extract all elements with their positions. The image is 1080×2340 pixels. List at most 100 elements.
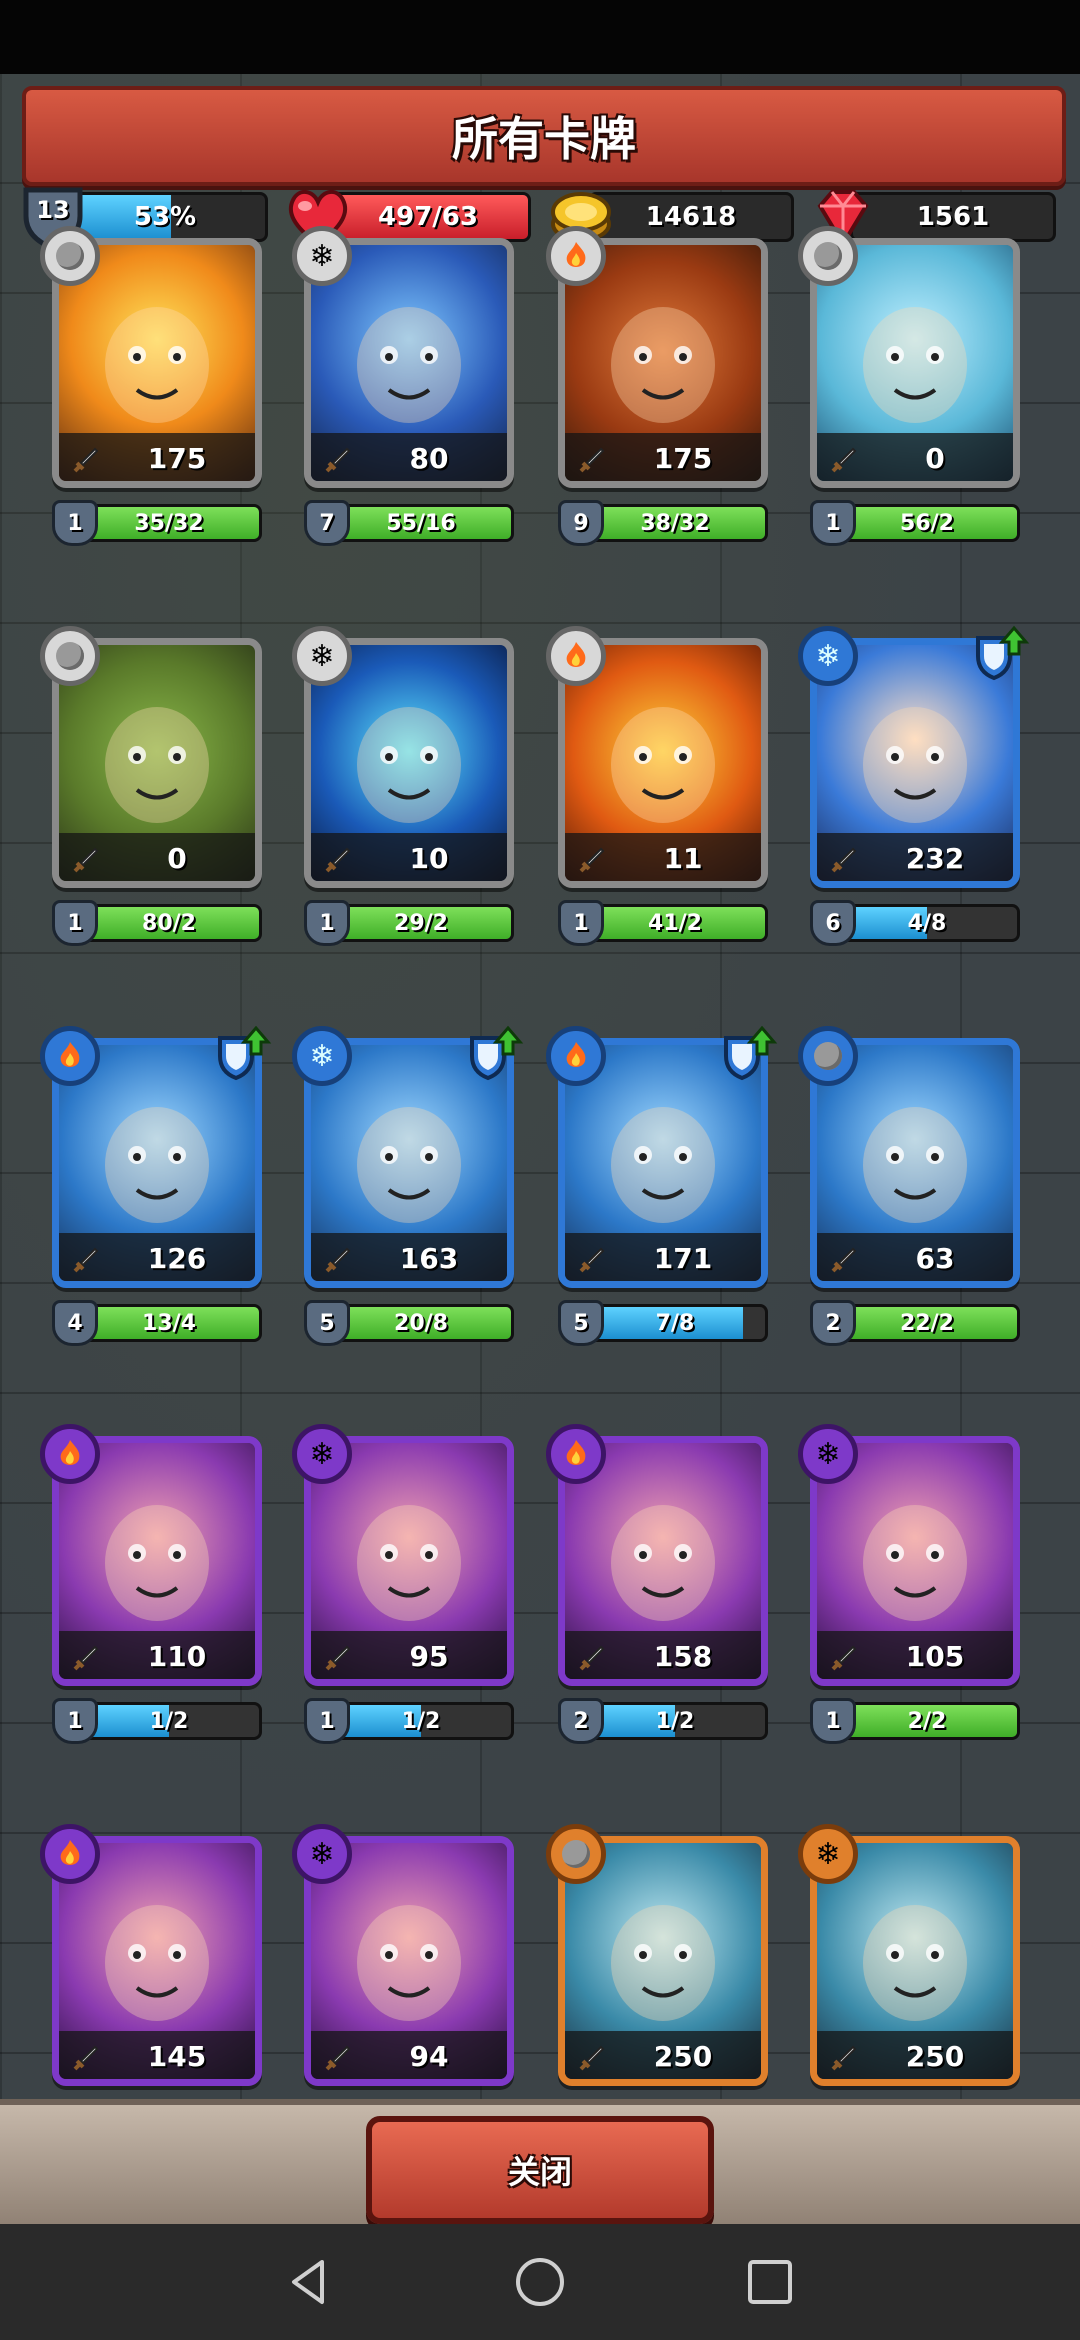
power-strip: 110	[59, 1631, 255, 1679]
sword-icon	[829, 2043, 859, 2073]
sword-icon	[71, 1643, 101, 1673]
card-power: 95	[409, 1640, 449, 1673]
sword-icon	[577, 1643, 607, 1673]
card-level-badge: 1	[52, 1698, 98, 1744]
sword-icon	[323, 2043, 353, 2073]
card-progress: 38/32 9	[558, 500, 768, 546]
card-level-badge: 5	[304, 1300, 350, 1346]
card-power: 175	[147, 442, 207, 475]
card-level-badge: 5	[558, 1300, 604, 1346]
stone-element-icon	[40, 626, 100, 686]
card-progress: 20/8 5	[304, 1300, 514, 1346]
card-level-badge: 6	[810, 900, 856, 946]
ice-element-icon: ❄	[292, 1424, 352, 1484]
power-strip: 0	[817, 433, 1013, 481]
power-strip: 163	[311, 1233, 507, 1281]
progress-text: 41/2	[648, 910, 702, 936]
fire-element-icon	[546, 626, 606, 686]
power-strip: 80	[311, 433, 507, 481]
player-level: 13	[36, 196, 70, 224]
card-level-badge: 1	[52, 500, 98, 546]
sword-icon	[829, 1643, 859, 1673]
fire-element-icon	[40, 1424, 100, 1484]
power-strip: 232	[817, 833, 1013, 881]
power-strip: 250	[817, 2031, 1013, 2079]
fire-element-icon	[40, 1824, 100, 1884]
progress-text: 55/16	[386, 510, 456, 536]
progress-text: 22/2	[900, 1310, 954, 1336]
power-strip: 175	[565, 433, 761, 481]
card-level-badge: 1	[810, 500, 856, 546]
sword-icon	[323, 1245, 353, 1275]
card-power: 158	[653, 1640, 713, 1673]
card-level-badge: 1	[304, 1698, 350, 1744]
sword-icon	[829, 845, 859, 875]
card-level-badge: 1	[558, 900, 604, 946]
progress-text: 35/32	[134, 510, 204, 536]
home-icon[interactable]	[510, 2252, 570, 2312]
sword-icon	[577, 845, 607, 875]
power-strip: 0	[59, 833, 255, 881]
ice-element-icon: ❄	[798, 1424, 858, 1484]
card-progress: 1/2 2	[558, 1698, 768, 1744]
sword-icon	[577, 1245, 607, 1275]
recents-icon[interactable]	[740, 2252, 800, 2312]
card-progress: 7/8 5	[558, 1300, 768, 1346]
ice-element-icon: ❄	[798, 626, 858, 686]
card-power: 110	[147, 1640, 207, 1673]
card-power: 175	[653, 442, 713, 475]
card-power: 63	[915, 1242, 955, 1275]
card-level-badge: 1	[810, 1698, 856, 1744]
back-icon[interactable]	[280, 2252, 340, 2312]
power-strip: 94	[311, 2031, 507, 2079]
card-progress: 56/2 1	[810, 500, 1020, 546]
upgrade-shield-icon	[464, 1024, 524, 1084]
card-progress: 1/2 1	[304, 1698, 514, 1744]
progress-text: 29/2	[394, 910, 448, 936]
card-progress: 80/2 1	[52, 900, 262, 946]
ice-element-icon: ❄	[798, 1824, 858, 1884]
title-banner: 所有卡牌	[22, 86, 1066, 186]
sword-icon	[323, 1643, 353, 1673]
progress-text: 1/2	[149, 1708, 189, 1734]
xp-percent: 53%	[133, 202, 197, 232]
sword-icon	[71, 845, 101, 875]
power-strip: 175	[59, 433, 255, 481]
progress-text: 56/2	[900, 510, 954, 536]
power-strip: 11	[565, 833, 761, 881]
card-progress: 29/2 1	[304, 900, 514, 946]
power-strip: 250	[565, 2031, 761, 2079]
card-level-badge: 7	[304, 500, 350, 546]
stone-element-icon	[798, 1026, 858, 1086]
hearts-value: 497/63	[378, 202, 478, 232]
card-level-badge: 2	[558, 1698, 604, 1744]
card-progress: 2/2 1	[810, 1698, 1020, 1744]
card-progress: 13/4 4	[52, 1300, 262, 1346]
sword-icon	[71, 2043, 101, 2073]
fire-element-icon	[40, 1026, 100, 1086]
sword-icon	[71, 445, 101, 475]
stone-element-icon	[40, 226, 100, 286]
card-power: 0	[167, 842, 187, 875]
upgrade-shield-icon	[212, 1024, 272, 1084]
card-level-badge: 1	[304, 900, 350, 946]
card-power: 250	[653, 2040, 713, 2073]
ice-element-icon: ❄	[292, 1824, 352, 1884]
upgrade-shield-icon	[970, 624, 1030, 684]
progress-text: 80/2	[142, 910, 196, 936]
progress-text: 38/32	[640, 510, 710, 536]
card-power: 171	[653, 1242, 713, 1275]
stone-element-icon	[798, 226, 858, 286]
ice-element-icon: ❄	[292, 1026, 352, 1086]
power-strip: 145	[59, 2031, 255, 2079]
card-level-badge: 4	[52, 1300, 98, 1346]
progress-text: 4/8	[907, 910, 947, 936]
card-power: 126	[147, 1242, 207, 1275]
fire-element-icon	[546, 1424, 606, 1484]
upgrade-shield-icon	[718, 1024, 778, 1084]
card-power: 145	[147, 2040, 207, 2073]
progress-text: 1/2	[401, 1708, 441, 1734]
progress-text: 1/2	[655, 1708, 695, 1734]
power-strip: 10	[311, 833, 507, 881]
close-button[interactable]: 关闭	[366, 2116, 714, 2224]
